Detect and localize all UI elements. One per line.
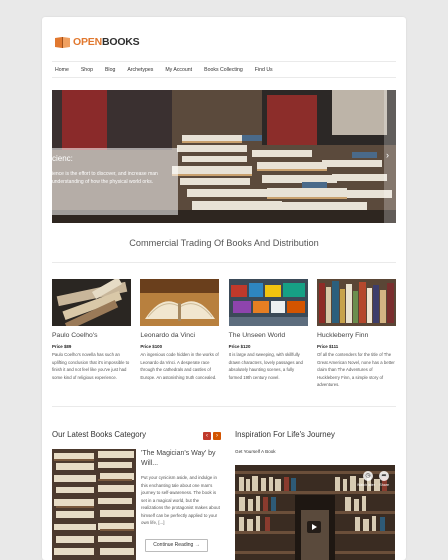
continue-reading-button[interactable]: Continue Reading → xyxy=(145,539,208,552)
product-description: Paulo Coelho's novella has such an uplif… xyxy=(52,352,130,380)
hero-title: cienc: xyxy=(52,154,73,163)
product-card[interactable]: The Unseen World Price $120 It is large … xyxy=(228,279,308,389)
product-description: It is large and sweeping, with skillfull… xyxy=(228,352,303,380)
latest-book-excerpt: Put your cynicism aside, and indulge in … xyxy=(141,475,220,525)
latest-book-title[interactable]: 'The Magician's Way' by Will... xyxy=(141,449,221,469)
nav-find-us[interactable]: Find Us xyxy=(255,67,273,73)
hero-next-button[interactable]: › xyxy=(384,90,396,223)
clock-icon[interactable]: ◷ xyxy=(363,471,373,481)
logo-text: OPENBOOKS xyxy=(73,36,140,48)
nav-blog[interactable]: Blog xyxy=(105,67,115,73)
hero-caption: cienc: ience is the effort to discover, … xyxy=(52,148,178,215)
latest-book-image[interactable] xyxy=(52,449,136,560)
product-description: Of all the contenders for the title of T… xyxy=(316,352,395,388)
product-name[interactable]: The Unseen World xyxy=(229,332,308,339)
latest-books-title: Our Latest Books Category xyxy=(52,430,147,439)
site-logo[interactable]: OPENBOOKS xyxy=(54,32,140,52)
product-image[interactable] xyxy=(228,279,308,326)
product-image[interactable] xyxy=(316,279,396,326)
product-image[interactable] xyxy=(52,279,131,326)
nav-archetypes[interactable]: Archetypes xyxy=(127,67,153,73)
share-icon[interactable]: ➦ xyxy=(379,471,389,481)
hero-slider[interactable]: cienc: ience is the effort to discover, … xyxy=(52,90,396,223)
product-card[interactable]: Paulo Coelho's Price $89 Paulo Coelho's … xyxy=(52,279,131,389)
main-navigation: Home Shop Blog Archetypes My Account Boo… xyxy=(52,61,396,78)
product-name[interactable]: Paulo Coelho's xyxy=(52,332,131,339)
share-label: Share xyxy=(379,483,389,487)
inspiration-subtitle: Get Yourself A Book xyxy=(235,449,276,454)
product-price: Price $120 xyxy=(228,344,251,349)
carousel-arrows: ‹ › xyxy=(203,432,221,440)
product-price: Price $100 xyxy=(140,344,163,349)
product-image[interactable] xyxy=(140,279,220,326)
play-icon[interactable] xyxy=(307,521,321,533)
nav-home[interactable]: Home xyxy=(55,67,69,73)
product-name[interactable]: Huckleberry Finn xyxy=(317,332,396,339)
page-card: OPENBOOKS Home Shop Blog Archetypes My A… xyxy=(42,17,406,560)
watch-later-label: Watch later xyxy=(356,483,375,487)
product-grid: Paulo Coelho's Price $89 Paulo Coelho's … xyxy=(52,279,396,389)
product-card[interactable]: Huckleberry Finn Price $111 Of all the c… xyxy=(316,279,396,389)
carousel-next-button[interactable]: › xyxy=(213,432,221,440)
video-controls: ◷ ➦ xyxy=(363,471,389,481)
nav-shop[interactable]: Shop xyxy=(81,67,93,73)
product-price: Price $89 xyxy=(52,344,72,349)
divider xyxy=(52,262,396,263)
divider xyxy=(52,406,396,407)
carousel-prev-button[interactable]: ‹ xyxy=(203,432,211,440)
chevron-right-icon: › xyxy=(386,150,389,160)
nav-my-account[interactable]: My Account xyxy=(165,67,192,73)
product-name[interactable]: Leonardo da Vinci xyxy=(140,332,219,339)
nav-books-collecting[interactable]: Books Collecting xyxy=(204,67,243,73)
section-title: Commercial Trading Of Books And Distribu… xyxy=(129,238,319,248)
product-price: Price $111 xyxy=(316,344,339,349)
product-card[interactable]: Leonardo da Vinci Price $100 An ingeniou… xyxy=(140,279,220,389)
hero-text: ience is the effort to discover, and inc… xyxy=(52,171,158,185)
product-description: An ingenious code hidden in the works of… xyxy=(140,352,219,380)
open-book-icon xyxy=(54,35,71,49)
inspiration-title: Inspiration For Life's Journey xyxy=(235,430,335,439)
video-player[interactable]: ◷ ➦ Watch later Share xyxy=(235,465,395,560)
